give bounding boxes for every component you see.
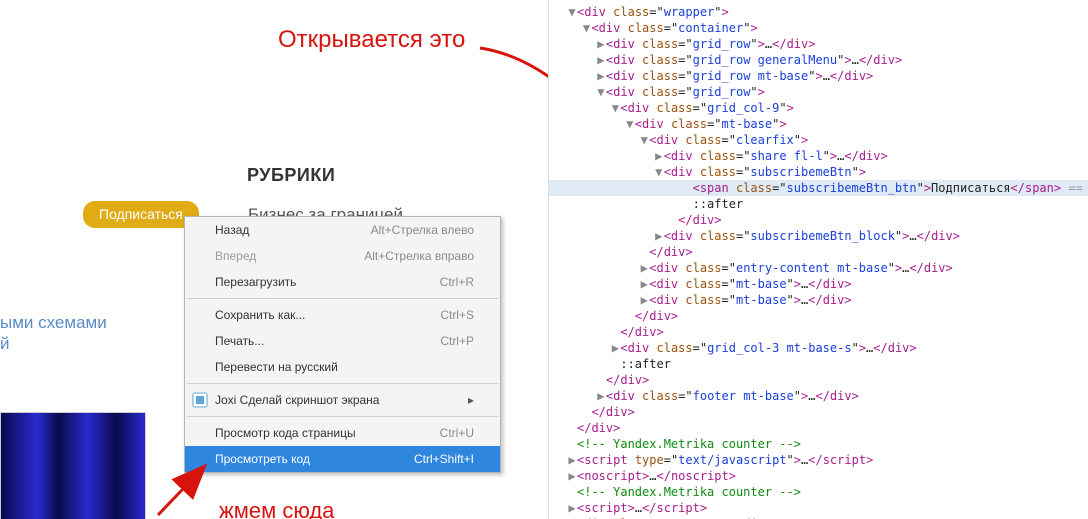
dom-line[interactable]: ▼<div class="grid_row"> (549, 84, 1088, 100)
cm-inspect-shortcut: Ctrl+Shift+I (414, 451, 474, 467)
cm-joxi-label: Joxi Сделай скриншот экрана (215, 392, 379, 408)
cm-print-label: Печать... (215, 333, 264, 349)
dom-line[interactable]: ▶<div class="mt-base">…</div> (549, 292, 1088, 308)
dom-line[interactable]: ▼<div class="wrapper"> (549, 4, 1088, 20)
dom-line[interactable]: </div> (549, 308, 1088, 324)
dom-line[interactable]: ▶<div class="share fl-l">…</div> (549, 148, 1088, 164)
dom-line[interactable]: ▶<div class="mt-base">…</div> (549, 276, 1088, 292)
browser-page-area: Открывается это РУБРИКИ Бизнес за границ… (0, 0, 548, 519)
cm-inspect-label: Просмотреть код (215, 451, 310, 467)
context-menu-inspect[interactable]: Просмотреть код Ctrl+Shift+I (185, 446, 500, 472)
dom-line[interactable]: </div> (549, 404, 1088, 420)
text-fragment-2: й (0, 334, 10, 354)
dom-line[interactable]: </div> (549, 212, 1088, 228)
dom-line[interactable]: ▶<div class="grid_row generalMenu">…</di… (549, 52, 1088, 68)
subscribe-button[interactable]: Подписаться (83, 201, 199, 228)
dom-line[interactable]: </div> (549, 324, 1088, 340)
cm-reload-label: Перезагрузить (215, 274, 296, 290)
dom-line[interactable]: </div> (549, 372, 1088, 388)
cm-back-shortcut: Alt+Стрелка влево (371, 222, 474, 238)
context-menu-joxi[interactable]: Joxi Сделай скриншот экрана ▸ (185, 387, 500, 413)
dom-line[interactable]: ▶<div class="entry-content mt-base">…</d… (549, 260, 1088, 276)
context-menu-reload[interactable]: Перезагрузить Ctrl+R (185, 269, 500, 295)
thumbnail-image[interactable] (0, 412, 146, 519)
dom-tree[interactable]: ▼<div class="wrapper"> ▼<div class="cont… (549, 4, 1088, 519)
dom-line[interactable]: ▼<div class="grid_col-9"> (549, 100, 1088, 116)
context-menu-separator (187, 298, 498, 299)
annotation-open-this: Открывается это (278, 26, 465, 54)
cm-back-label: Назад (215, 222, 249, 238)
context-menu-view-source[interactable]: Просмотр кода страницы Ctrl+U (185, 420, 500, 446)
cm-forward-shortcut: Alt+Стрелка вправо (364, 248, 474, 264)
dom-line[interactable]: ▶<div class="grid_row">…</div> (549, 36, 1088, 52)
context-menu-translate[interactable]: Перевести на русский (185, 354, 500, 380)
context-menu-forward: Вперед Alt+Стрелка вправо (185, 243, 500, 269)
context-menu-back[interactable]: Назад Alt+Стрелка влево (185, 217, 500, 243)
dom-line[interactable]: ▼<div class="container"> (549, 20, 1088, 36)
context-menu-print[interactable]: Печать... Ctrl+P (185, 328, 500, 354)
dom-line[interactable]: ▶<script type="text/javascript">…</scrip… (549, 452, 1088, 468)
dom-line[interactable]: ::after (549, 196, 1088, 212)
dom-line[interactable]: <!-- Yandex.Metrika counter --> (549, 484, 1088, 500)
dom-line[interactable]: ▼<div class="subscribemeBtn"> (549, 164, 1088, 180)
context-menu: Назад Alt+Стрелка влево Вперед Alt+Стрел… (184, 216, 501, 473)
cm-translate-label: Перевести на русский (215, 359, 338, 375)
cm-reload-shortcut: Ctrl+R (440, 274, 474, 290)
cm-viewsource-shortcut: Ctrl+U (440, 425, 474, 441)
cm-saveas-label: Сохранить как... (215, 307, 305, 323)
dom-line[interactable]: ▶<div class="grid_row mt-base">…</div> (549, 68, 1088, 84)
dom-line[interactable]: <!-- Yandex.Metrika counter --> (549, 436, 1088, 452)
text-fragment-1: ыми схемами (0, 313, 107, 333)
rubriki-heading: РУБРИКИ (247, 165, 335, 186)
dom-line[interactable]: ▶<noscript>…</noscript> (549, 468, 1088, 484)
dom-line[interactable]: </div> (549, 420, 1088, 436)
dom-line[interactable]: ▼<div class="clearfix"> (549, 132, 1088, 148)
annotation-press-here: жмем сюда (219, 498, 334, 519)
dom-line[interactable]: <span class="subscribemeBtn_btn">Подписа… (549, 180, 1088, 196)
context-menu-separator (187, 383, 498, 384)
dom-line[interactable]: ▶<script>…</script> (549, 500, 1088, 516)
cm-viewsource-label: Просмотр кода страницы (215, 425, 356, 441)
dom-line[interactable]: ▼<div class="mt-base"> (549, 116, 1088, 132)
dom-line[interactable]: ::after (549, 356, 1088, 372)
submenu-arrow-icon: ▸ (468, 392, 474, 408)
dom-line[interactable]: ▶<div class="grid_col-3 mt-base-s">…</di… (549, 340, 1088, 356)
context-menu-saveas[interactable]: Сохранить как... Ctrl+S (185, 302, 500, 328)
cm-forward-label: Вперед (215, 248, 256, 264)
joxi-icon (192, 392, 208, 408)
cm-saveas-shortcut: Ctrl+S (440, 307, 474, 323)
dom-line[interactable]: ▶<div class="footer mt-base">…</div> (549, 388, 1088, 404)
dom-line[interactable]: ▶<div class="subscribemeBtn_block">…</di… (549, 228, 1088, 244)
cm-print-shortcut: Ctrl+P (440, 333, 474, 349)
dom-line[interactable]: </div> (549, 244, 1088, 260)
devtools-elements-panel[interactable]: ▼<div class="wrapper"> ▼<div class="cont… (548, 0, 1088, 519)
screenshot-canvas: Открывается это РУБРИКИ Бизнес за границ… (0, 0, 1088, 519)
context-menu-separator (187, 416, 498, 417)
